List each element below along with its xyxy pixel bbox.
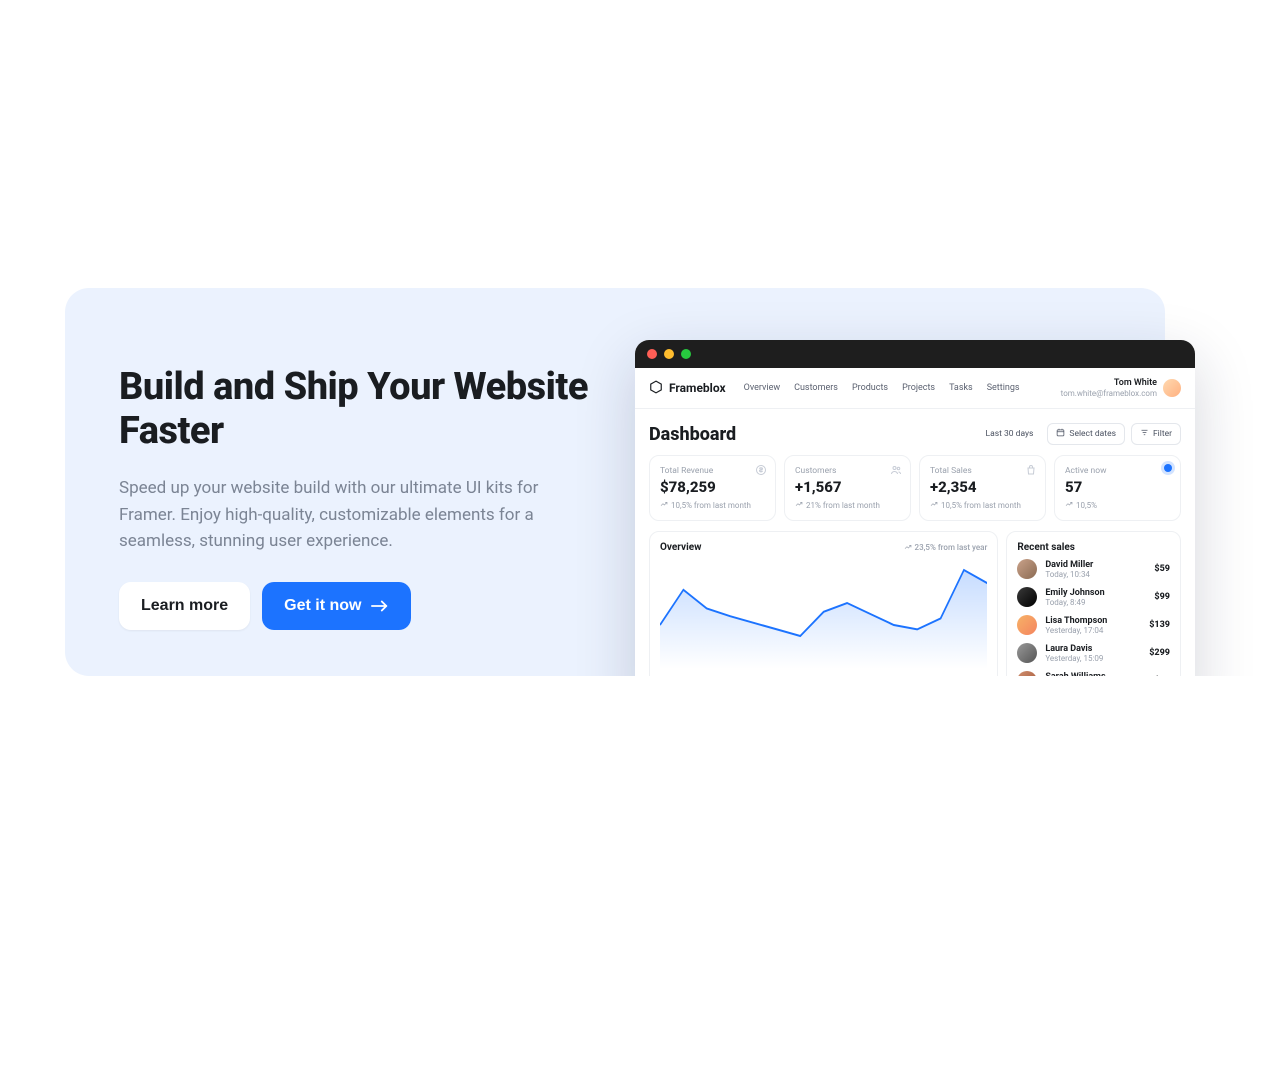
stat-delta: 10,5% (1065, 500, 1170, 510)
stat-value: $78,259 (660, 478, 765, 496)
stat-delta-text: 10,5% from last month (941, 501, 1021, 510)
hero-heading: Build and Ship Your Website Faster (119, 366, 619, 453)
stat-value: +2,354 (930, 478, 1035, 496)
hexagon-icon (649, 380, 663, 397)
trend-up-icon (1065, 500, 1073, 510)
stat-value: 57 (1065, 478, 1170, 496)
page-title: Dashboard (649, 424, 736, 445)
stat-delta-text: 10,5% (1076, 501, 1097, 510)
sale-row[interactable]: David Miller Today, 10:34 $59 (1017, 559, 1170, 579)
learn-more-label: Learn more (141, 597, 228, 615)
stat-total-sales: Total Sales +2,354 10,5% from last month (919, 455, 1046, 521)
stat-delta: 21% from last month (795, 500, 900, 510)
range-label: Last 30 days (978, 425, 1042, 443)
nav-tasks[interactable]: Tasks (949, 383, 973, 393)
arrow-right-icon (371, 599, 389, 613)
nav-products[interactable]: Products (852, 383, 888, 393)
dashboard-mock-window: Frameblox Overview Customers Products Pr… (635, 340, 1195, 716)
sale-time: Yesterday, 15:09 (1045, 654, 1103, 663)
sale-name: Lisa Thompson (1045, 616, 1107, 626)
overview-delta-text: 23,5% from last year (915, 543, 988, 552)
user-email: tom.white@frameblox.com (1061, 389, 1157, 399)
sale-name: Laura Davis (1045, 644, 1103, 654)
filter-row: Last 30 days Select dates Filter (978, 423, 1181, 445)
sale-amount: $139 (1149, 620, 1170, 630)
user-badge[interactable]: Tom White tom.white@frameblox.com (1061, 378, 1181, 398)
sale-time: Today, 10:34 (1045, 570, 1093, 579)
stat-label: Customers (795, 466, 900, 476)
stat-grid: Total Revenue $78,259 10,5% from last mo… (635, 455, 1195, 531)
trend-up-icon (660, 500, 668, 510)
stat-delta: 10,5% from last month (930, 500, 1035, 510)
stat-label: Total Sales (930, 466, 1035, 476)
nav-customers[interactable]: Customers (794, 383, 838, 393)
avatar (1017, 615, 1037, 635)
sales-list: David Miller Today, 10:34 $59 Emily John… (1017, 559, 1170, 691)
filter-label: Filter (1153, 429, 1172, 439)
brand-name: Frameblox (669, 381, 726, 395)
live-dot-icon (1164, 464, 1172, 472)
overview-chart (660, 559, 987, 669)
sale-name: David Miller (1045, 560, 1093, 570)
trend-up-icon (930, 500, 938, 510)
stat-delta-text: 10,5% from last month (671, 501, 751, 510)
avatar (1017, 587, 1037, 607)
stat-delta: 10,5% from last month (660, 500, 765, 510)
sale-amount: $99 (1154, 592, 1170, 602)
user-name: Tom White (1061, 378, 1157, 389)
nav-settings[interactable]: Settings (987, 383, 1020, 393)
avatar (1017, 559, 1037, 579)
stat-customers: Customers +1,567 21% from last month (784, 455, 911, 521)
stat-delta-text: 21% from last month (806, 501, 880, 510)
select-dates-button[interactable]: Select dates (1047, 423, 1125, 445)
stat-value: +1,567 (795, 478, 900, 496)
avatar (1017, 643, 1037, 663)
trend-up-icon (795, 500, 803, 510)
hero-subheading: Speed up your website build with our ult… (119, 475, 599, 554)
avatar (1163, 379, 1181, 397)
hero-copy: Build and Ship Your Website Faster Speed… (119, 366, 619, 630)
header-nav: Overview Customers Products Projects Tas… (744, 383, 1020, 393)
brand: Frameblox (649, 380, 726, 397)
select-dates-label: Select dates (1069, 429, 1116, 439)
app-header: Frameblox Overview Customers Products Pr… (635, 368, 1195, 409)
stat-total-revenue: Total Revenue $78,259 10,5% from last mo… (649, 455, 776, 521)
stat-label: Total Revenue (660, 466, 765, 476)
sale-time: Today, 8:49 (1045, 598, 1104, 607)
learn-more-button[interactable]: Learn more (119, 582, 250, 630)
overview-delta: 23,5% from last year (904, 543, 988, 553)
crop-mask (0, 676, 1280, 1076)
sale-name: Emily Johnson (1045, 588, 1104, 598)
filter-icon (1140, 428, 1149, 440)
hero-button-row: Learn more Get it now (119, 582, 619, 630)
nav-overview[interactable]: Overview (744, 383, 780, 393)
sale-amount: $59 (1154, 564, 1170, 574)
bag-icon (1025, 464, 1037, 479)
sale-row[interactable]: Emily Johnson Today, 8:49 $99 (1017, 587, 1170, 607)
stat-label: Active now (1065, 466, 1170, 476)
trend-up-icon (904, 543, 912, 553)
recent-sales-title: Recent sales (1017, 542, 1075, 553)
sale-time: Yesterday, 17:04 (1045, 626, 1107, 635)
window-minimize-icon (664, 349, 674, 359)
window-titlebar (635, 340, 1195, 368)
get-it-now-label: Get it now (284, 597, 361, 615)
stat-active-now: Active now 57 10,5% (1054, 455, 1181, 521)
sale-row[interactable]: Laura Davis Yesterday, 15:09 $299 (1017, 643, 1170, 663)
overview-title: Overview (660, 542, 702, 553)
get-it-now-button[interactable]: Get it now (262, 582, 411, 630)
filter-button[interactable]: Filter (1131, 423, 1181, 445)
calendar-icon (1056, 428, 1065, 440)
sale-row[interactable]: Lisa Thompson Yesterday, 17:04 $139 (1017, 615, 1170, 635)
sale-amount: $299 (1149, 648, 1170, 658)
users-icon (890, 464, 902, 479)
window-maximize-icon (681, 349, 691, 359)
dollar-icon (755, 464, 767, 479)
dashboard-subheader: Dashboard Last 30 days Select dates Filt… (635, 409, 1195, 455)
nav-projects[interactable]: Projects (902, 383, 935, 393)
window-close-icon (647, 349, 657, 359)
